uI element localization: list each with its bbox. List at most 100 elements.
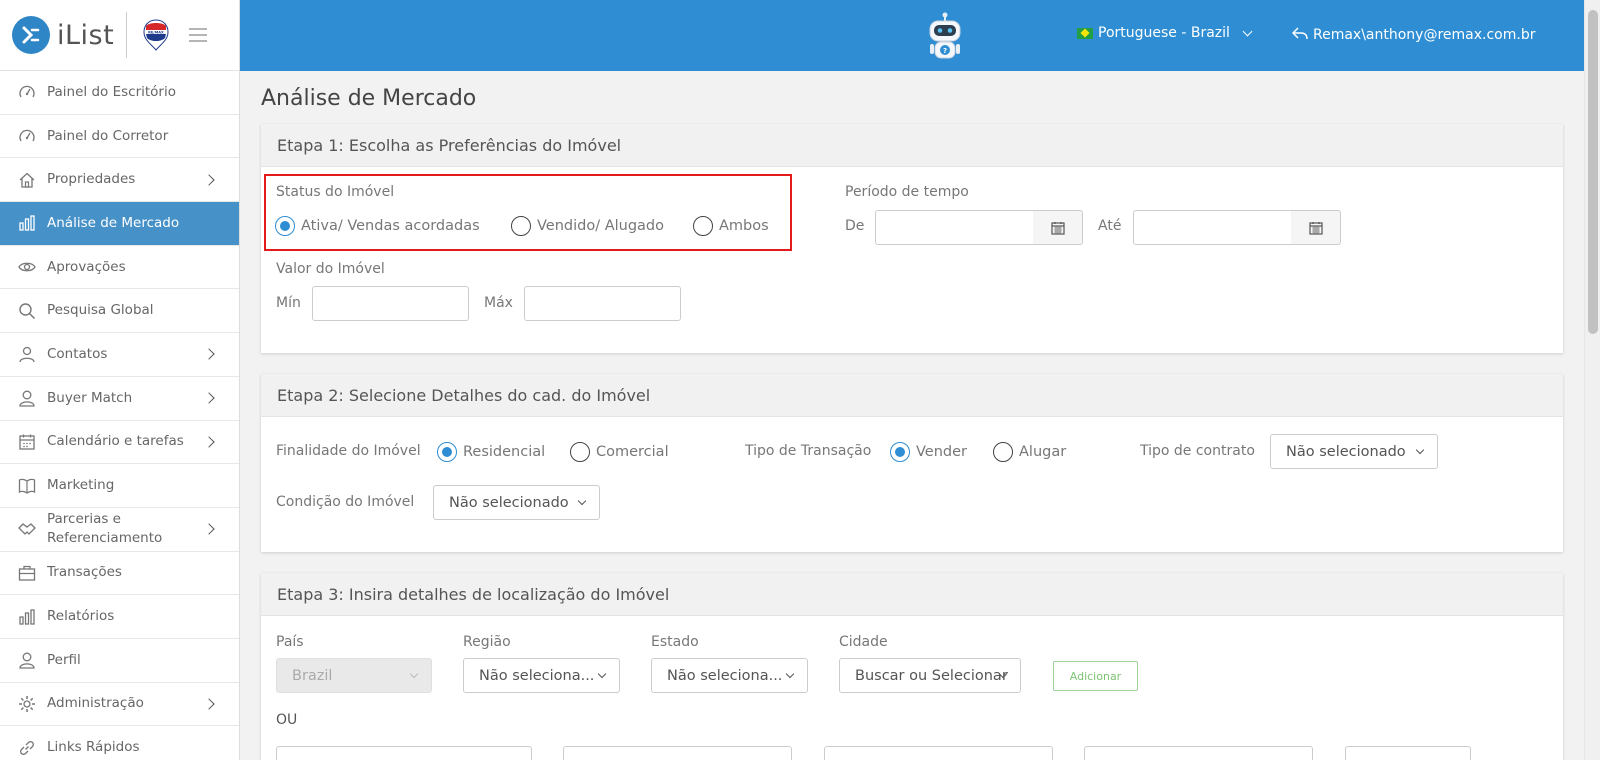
chevron-right-icon [203,348,215,361]
max-value-input[interactable] [524,286,681,321]
sidebar-item-8[interactable]: Calendário e tarefas [0,421,239,465]
sidebar-item-7[interactable]: Buyer Match [0,377,239,421]
sidebar-item-9[interactable]: Marketing [0,464,239,508]
min-value-input[interactable] [312,286,469,321]
date-to-input[interactable] [1133,210,1292,245]
sidebar-item-11[interactable]: Transações [0,552,239,596]
purpose-option-label: Residencial [463,444,546,460]
contract-type-select[interactable]: Não selecionado [1270,434,1438,469]
location-input-2[interactable] [563,746,792,760]
transaction-option-sell[interactable]: Vender [890,442,967,462]
page-title: Análise de Mercado [261,86,477,111]
bar-chart-icon [18,608,36,626]
brand-name: iList [57,19,115,51]
radio-selected-icon [890,442,910,462]
chevron-down-icon [597,669,607,679]
sidebar-item-0[interactable]: Painel do Escritório [0,71,239,115]
city-select[interactable]: Buscar ou Selecionar [839,658,1021,693]
contract-label: Tipo de contrato [1140,443,1255,459]
sidebar-item-label: Transações [47,564,122,581]
date-from-input[interactable] [875,210,1034,245]
radio-selected-icon [437,442,457,462]
page-scrollbar[interactable] [1584,0,1600,760]
help-robot-icon[interactable]: ? [920,10,970,62]
user-switch-link[interactable]: Remax\anthony@remax.com.br [1291,25,1535,44]
transaction-option-label: Alugar [1019,444,1067,460]
sidebar-item-3[interactable]: Análise de Mercado [0,202,239,246]
calendar-to-button[interactable] [1291,210,1341,245]
reply-arrow-icon [1291,25,1308,44]
bar-chart-icon [18,214,36,232]
state-label: Estado [651,634,699,650]
highlight-box [264,174,792,251]
book-icon [18,477,36,495]
purpose-option-label: Comercial [596,444,669,460]
contract-type-value: Não selecionado [1286,443,1406,460]
contacts-icon [18,345,36,363]
sidebar-item-15[interactable]: Links Rápidos [0,726,239,760]
or-label: OU [276,712,298,728]
location-input-4[interactable] [1084,746,1313,760]
country-select: Brazil [276,658,432,693]
address-input[interactable] [276,746,532,760]
chevron-right-icon [203,698,215,710]
calendar-from-button[interactable] [1033,210,1083,245]
purpose-option-commercial[interactable]: Comercial [570,442,669,462]
purpose-option-residential[interactable]: Residencial [437,442,545,462]
zip-input[interactable] [1345,746,1471,760]
sidebar-item-14[interactable]: Administração [0,683,239,727]
state-select[interactable]: Não seleciona... [651,658,808,693]
sidebar-item-label: Perfil [47,651,81,668]
transaction-option-label: Vender [916,444,967,460]
step2-title: Etapa 2: Selecione Detalhes do cad. do I… [261,374,1563,417]
sidebar-item-2[interactable]: Propriedades [0,158,239,203]
sidebar-item-1[interactable]: Painel do Corretor [0,115,239,159]
sidebar-item-6[interactable]: Contatos [0,333,239,377]
min-label: Mín [276,295,301,311]
sidebar-item-label: Pesquisa Global [47,302,154,319]
radio-icon [570,442,590,462]
sidebar-item-12[interactable]: Relatórios [0,595,239,639]
user-icon [18,389,36,407]
value-label: Valor do Imóvel [276,261,385,277]
home-icon [18,171,36,189]
period-label: Período de tempo [845,184,969,200]
sidebar-item-4[interactable]: Aprovações [0,246,239,290]
chevron-right-icon [203,174,215,186]
step3-title: Etapa 3: Insira detalhes de localização … [261,573,1563,616]
remax-badge-text: RE/MAX [148,31,164,35]
language-selector[interactable]: Portuguese - Brazil [1077,25,1253,41]
chevron-right-icon [203,523,215,535]
condition-select[interactable]: Não selecionado [433,485,600,520]
handshake-icon [18,520,36,538]
region-select[interactable]: Não seleciona... [463,658,620,693]
condition-value: Não selecionado [449,494,569,511]
sidebar-item-label: Calendário e tarefas [47,433,184,450]
sidebar-item-label: Administração [47,695,144,712]
location-input-3[interactable] [824,746,1053,760]
sidebar-item-10[interactable]: Parcerias e Referenciamento [0,508,239,552]
country-value: Brazil [292,667,333,684]
sidebar-item-label: Aprovações [47,258,126,275]
sidebar-item-label: Contatos [47,345,108,362]
sidebar-item-label: Propriedades [47,171,136,188]
scrollbar-thumb[interactable] [1588,10,1598,334]
chevron-down-icon [785,669,795,679]
sidebar-item-5[interactable]: Pesquisa Global [0,289,239,334]
add-location-button[interactable]: Adicionar [1053,661,1138,691]
ilist-logo-icon[interactable] [12,16,50,54]
eye-icon [18,258,36,276]
sidebar-item-label: Parcerias e Referenciamento [47,511,163,547]
region-value: Não seleciona... [479,667,595,684]
top-bar: ? Portuguese - Brazil Remax\anthony@rema… [240,0,1584,71]
brazil-flag-icon [1077,27,1093,39]
state-value: Não seleciona... [667,667,783,684]
logo-bar: iList RE/MAX [0,0,239,71]
city-value: Buscar ou Selecionar [855,667,1008,684]
menu-toggle-icon[interactable] [189,28,208,42]
sidebar-item-label: Relatórios [47,608,115,625]
transaction-option-rent[interactable]: Alugar [993,442,1066,462]
max-label: Máx [484,295,513,311]
chevron-down-icon [1242,26,1253,36]
sidebar-item-13[interactable]: Perfil [0,639,239,683]
